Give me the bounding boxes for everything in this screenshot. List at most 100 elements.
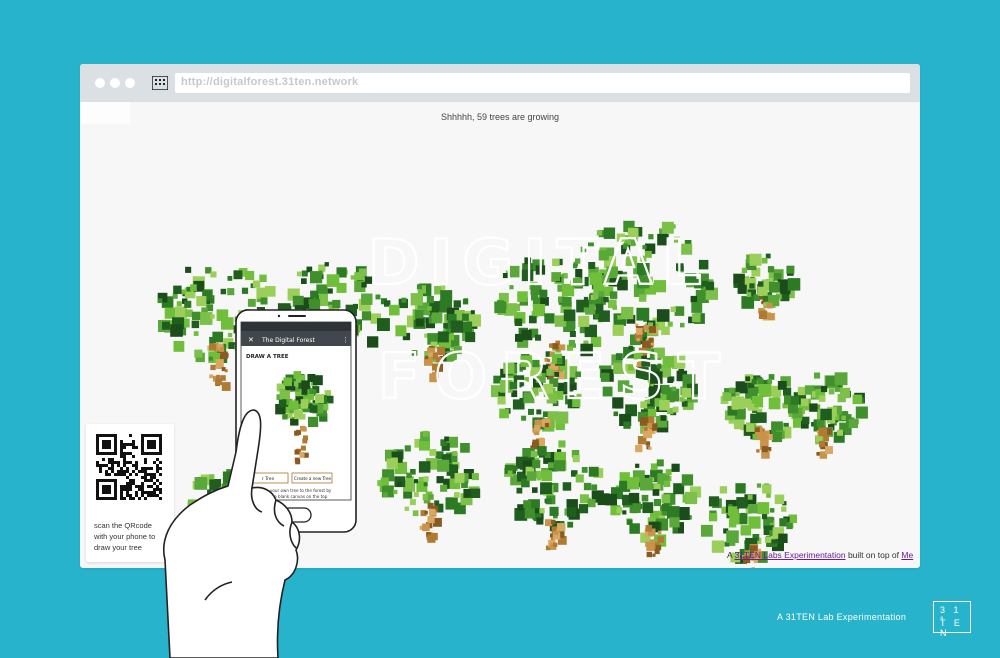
leaf-pixel bbox=[578, 504, 589, 514]
leaf-pixel bbox=[657, 233, 669, 246]
brand-tagline: A 31TEN Lab Experimentation bbox=[777, 612, 907, 622]
trunk-pixel bbox=[284, 453, 291, 460]
leaf-pixel bbox=[214, 501, 221, 509]
leaf-pixel bbox=[748, 504, 758, 514]
trunk-pixel bbox=[763, 434, 769, 441]
leaf-pixel bbox=[576, 393, 582, 399]
leaf-pixel bbox=[233, 270, 243, 280]
leaf-pixel bbox=[572, 277, 582, 288]
credit-suffix: built on top of bbox=[845, 550, 902, 560]
leaf-pixel bbox=[470, 310, 475, 315]
leaf-pixel bbox=[210, 314, 215, 319]
leaf-pixel bbox=[515, 333, 523, 342]
leaf-pixel bbox=[737, 284, 747, 294]
leaf-pixel bbox=[627, 519, 633, 525]
credit-link[interactable]: 31TEN Labs Experimentation bbox=[735, 550, 846, 560]
leaf-pixel bbox=[314, 295, 319, 300]
leaf-pixel bbox=[234, 344, 241, 351]
leaf-pixel bbox=[855, 406, 868, 419]
leaf-pixel bbox=[441, 307, 447, 313]
leaf-pixel bbox=[422, 430, 429, 437]
leaf-pixel bbox=[615, 353, 623, 361]
leaf-pixel bbox=[617, 279, 628, 291]
tree bbox=[504, 440, 610, 551]
leaf-pixel bbox=[641, 356, 647, 362]
leaf-pixel bbox=[767, 379, 773, 384]
qr-code-icon[interactable] bbox=[96, 434, 162, 500]
leaf-pixel bbox=[440, 290, 453, 303]
leaf-pixel bbox=[628, 345, 633, 351]
leaf-pixel bbox=[517, 291, 528, 302]
trunk-pixel bbox=[324, 341, 333, 350]
leaf-pixel bbox=[412, 510, 419, 517]
leaf-pixel bbox=[659, 400, 670, 411]
leaf-pixel bbox=[846, 414, 852, 420]
leaf-pixel bbox=[441, 285, 446, 290]
leaf-pixel bbox=[294, 426, 299, 431]
leaf-pixel bbox=[563, 309, 576, 322]
leaf-pixel bbox=[259, 412, 267, 420]
leaf-pixel bbox=[685, 491, 698, 505]
leaf-pixel bbox=[275, 424, 281, 430]
leaf-pixel bbox=[227, 276, 233, 281]
browser-toolbar: http://digitalforest.31ten.network bbox=[80, 64, 920, 102]
leaf-pixel bbox=[617, 380, 630, 392]
leaf-pixel bbox=[652, 489, 660, 496]
leaf-pixel bbox=[230, 510, 244, 524]
leaf-pixel bbox=[521, 269, 534, 282]
leaf-pixel bbox=[208, 356, 213, 361]
leaf-pixel bbox=[429, 449, 437, 456]
grid-icon[interactable] bbox=[152, 76, 168, 90]
leaf-pixel bbox=[196, 296, 207, 307]
leaf-pixel bbox=[523, 392, 535, 404]
leaf-pixel bbox=[556, 411, 569, 424]
credit-link-2[interactable]: Me bbox=[901, 550, 913, 560]
leaf-pixel bbox=[622, 510, 627, 515]
leaf-pixel bbox=[419, 439, 430, 451]
window-dot-icon[interactable] bbox=[110, 78, 120, 88]
trunk-pixel bbox=[645, 525, 653, 532]
leaf-pixel bbox=[358, 268, 367, 277]
leaf-pixel bbox=[612, 305, 617, 310]
address-bar[interactable]: http://digitalforest.31ten.network bbox=[175, 73, 910, 93]
trunk-pixel bbox=[427, 502, 434, 509]
leaf-pixel bbox=[535, 334, 542, 341]
leaf-pixel bbox=[222, 471, 236, 485]
leaf-pixel bbox=[635, 463, 640, 468]
window-dot-icon[interactable] bbox=[95, 78, 105, 88]
qr-instructions: scan the QRcode with your phone to draw … bbox=[94, 520, 194, 553]
leaf-pixel bbox=[524, 377, 529, 382]
leaf-pixel bbox=[766, 493, 771, 498]
leaf-pixel bbox=[774, 494, 785, 505]
leaf-pixel bbox=[757, 502, 770, 515]
leaf-pixel bbox=[814, 372, 821, 379]
leaf-pixel bbox=[260, 297, 268, 305]
leaf-pixel bbox=[673, 527, 678, 533]
trunk-pixel bbox=[220, 524, 226, 530]
leaf-pixel bbox=[509, 285, 514, 290]
window-dot-icon[interactable] bbox=[125, 78, 135, 88]
leaf-pixel bbox=[296, 271, 302, 277]
leaf-pixel bbox=[427, 306, 432, 311]
leaf-pixel bbox=[316, 445, 324, 453]
leaf-pixel bbox=[453, 300, 461, 308]
leaf-pixel bbox=[367, 336, 379, 348]
leaf-pixel bbox=[746, 423, 755, 432]
leaf-pixel bbox=[332, 299, 341, 309]
leaf-pixel bbox=[176, 301, 182, 307]
leaf-pixel bbox=[263, 406, 270, 413]
leaf-pixel bbox=[253, 280, 261, 288]
leaf-pixel bbox=[600, 372, 610, 382]
leaf-pixel bbox=[640, 477, 653, 491]
leaf-pixel bbox=[741, 398, 752, 408]
leaf-pixel bbox=[665, 469, 672, 475]
leaf-pixel bbox=[406, 472, 412, 478]
leaf-pixel bbox=[532, 460, 541, 469]
trunk-pixel bbox=[209, 374, 213, 379]
trunk-pixel bbox=[755, 427, 760, 432]
trunk-pixel bbox=[552, 343, 559, 350]
leaf-pixel bbox=[589, 272, 602, 285]
trunk-pixel bbox=[645, 541, 651, 547]
leaf-pixel bbox=[310, 271, 323, 284]
leaf-pixel bbox=[591, 484, 598, 491]
